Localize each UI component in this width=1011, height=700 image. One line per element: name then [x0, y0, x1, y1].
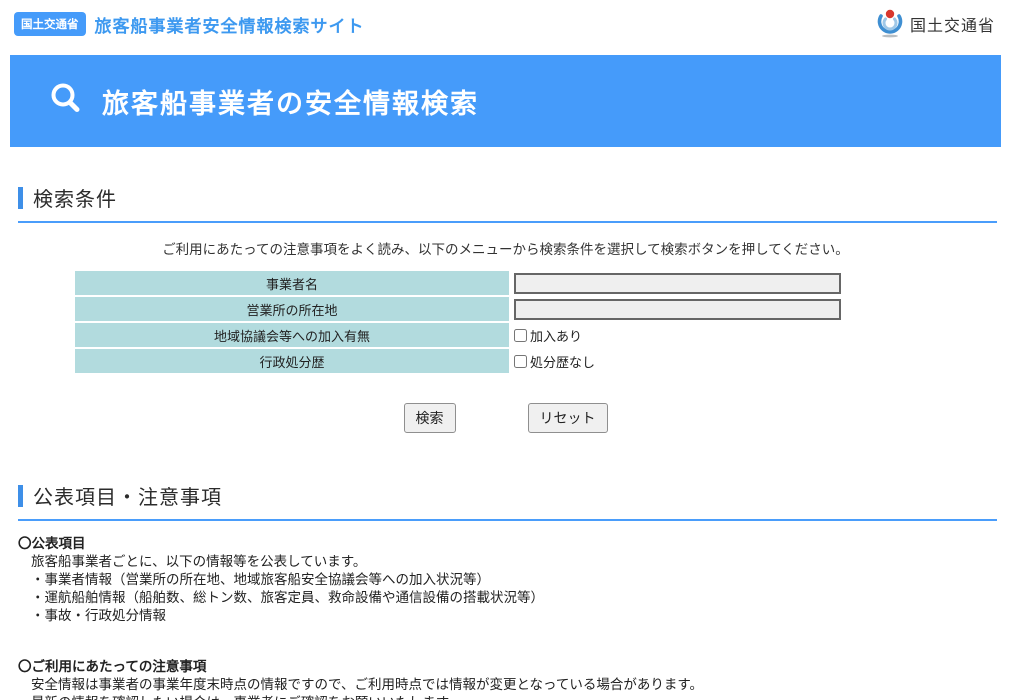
- top-header: 国土交通省 旅客船事業者安全情報検索サイト 国土交通省: [0, 0, 1011, 48]
- hero-banner: 旅客船事業者の安全情報検索: [10, 55, 1001, 147]
- usage-cautions-title: 〇ご利用にあたっての注意事項: [18, 658, 1011, 676]
- mlit-logo-icon: [875, 6, 905, 43]
- council-membership-checkbox[interactable]: [514, 329, 527, 342]
- search-button[interactable]: 検索: [404, 403, 456, 433]
- office-location-label: 営業所の所在地: [75, 297, 509, 321]
- section-accent-bar: [18, 485, 23, 507]
- council-membership-option[interactable]: 加入あり: [514, 326, 582, 345]
- notes-body: 〇公表項目 旅客船事業者ごとに、以下の情報等を公表しています。 ・事業者情報（営…: [18, 535, 1011, 700]
- mlit-logo[interactable]: 国土交通省: [875, 6, 995, 43]
- disposition-history-option[interactable]: 処分歴なし: [514, 352, 595, 371]
- table-row: 行政処分歴 処分歴なし: [75, 349, 841, 373]
- reset-button[interactable]: リセット: [528, 403, 608, 433]
- button-row: 検索 リセット: [0, 403, 1011, 433]
- office-location-cell: [509, 297, 841, 321]
- operator-name-cell: [509, 271, 841, 295]
- operator-name-input[interactable]: [514, 273, 841, 294]
- search-instruction: ご利用にあたっての注意事項をよく読み、以下のメニューから検索条件を選択して検索ボ…: [0, 238, 1011, 258]
- operator-name-label: 事業者名: [75, 271, 509, 295]
- disposition-history-checkbox-label: 処分歴なし: [530, 352, 595, 371]
- notes-section: 公表項目・注意事項: [18, 481, 997, 521]
- published-items-title: 〇公表項目: [18, 535, 1011, 553]
- notes-section-header: 公表項目・注意事項: [18, 481, 997, 521]
- note-line: 安全情報は事業者の事業年度末時点の情報ですので、ご利用時点では情報が変更となって…: [18, 676, 1011, 694]
- disposition-history-label: 行政処分歴: [75, 349, 509, 373]
- disposition-history-checkbox[interactable]: [514, 355, 527, 368]
- search-section-header: 検索条件: [18, 183, 997, 223]
- mlit-logo-label: 国土交通省: [910, 12, 995, 36]
- note-line: 最新の情報を確認したい場合は、事業者にご確認をお願いいたします。: [18, 694, 1011, 700]
- note-line: 旅客船事業者ごとに、以下の情報等を公表しています。: [18, 553, 1011, 571]
- site-title-link[interactable]: 旅客船事業者安全情報検索サイト: [95, 12, 365, 37]
- search-section-title: 検索条件: [33, 183, 117, 212]
- table-row: 事業者名: [75, 271, 841, 295]
- search-form-table: 事業者名 営業所の所在地 地域協議会等への加入有無 加入あり 行政処分歴 処分歴…: [75, 271, 841, 373]
- disposition-history-cell: 処分歴なし: [509, 349, 841, 373]
- note-line: ・事業者情報（営業所の所在地、地域旅客船安全協議会等への加入状況等）: [18, 571, 1011, 589]
- council-membership-checkbox-label: 加入あり: [530, 326, 582, 345]
- office-location-input[interactable]: [514, 299, 841, 320]
- notes-section-title: 公表項目・注意事項: [33, 481, 222, 510]
- council-membership-label: 地域協議会等への加入有無: [75, 323, 509, 347]
- table-row: 営業所の所在地: [75, 297, 841, 321]
- note-line: ・運航船舶情報（船舶数、総トン数、旅客定員、救命設備や通信設備の搭載状況等）: [18, 589, 1011, 607]
- section-accent-bar: [18, 187, 23, 209]
- council-membership-cell: 加入あり: [509, 323, 841, 347]
- note-line: ・事故・行政処分情報: [18, 607, 1011, 625]
- table-row: 地域協議会等への加入有無 加入あり: [75, 323, 841, 347]
- search-conditions-section: 検索条件: [18, 183, 997, 223]
- gov-badge: 国土交通省: [14, 12, 86, 36]
- usage-cautions-block: 〇ご利用にあたっての注意事項 安全情報は事業者の事業年度末時点の情報ですので、ご…: [18, 658, 1011, 700]
- search-icon: [46, 79, 86, 124]
- page-title: 旅客船事業者の安全情報検索: [102, 82, 479, 121]
- published-items-block: 〇公表項目 旅客船事業者ごとに、以下の情報等を公表しています。 ・事業者情報（営…: [18, 535, 1011, 625]
